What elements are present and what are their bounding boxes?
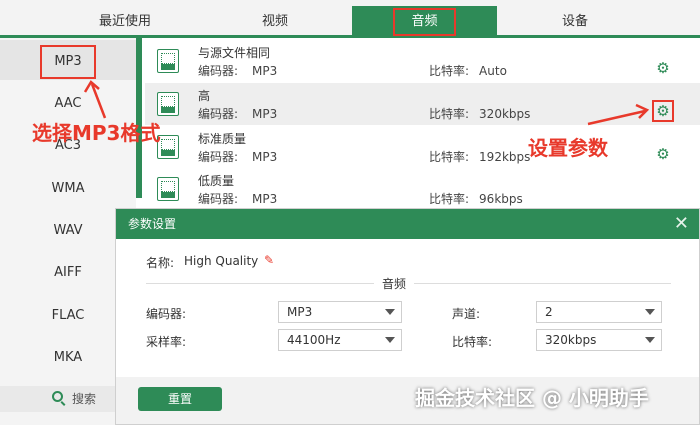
section-title-audio: 音频 <box>374 275 415 292</box>
annotation-select-format: 选择MP3格式 <box>32 121 161 145</box>
samplerate-label: 采样率: <box>146 335 187 349</box>
encoder-select[interactable]: MP3 <box>278 301 402 323</box>
annotation-set-params: 设置参数 <box>528 136 608 160</box>
chevron-down-icon <box>645 309 655 315</box>
edit-icon[interactable]: ✎ <box>264 254 276 266</box>
close-icon[interactable]: ✕ <box>674 212 689 236</box>
dialog-title-bar: 参数设置 ✕ <box>116 209 699 239</box>
chevron-down-icon <box>385 309 395 315</box>
bitrate-select-value: 320kbps <box>545 333 597 347</box>
encoder-label: 编码器: <box>146 307 187 321</box>
name-label: 名称: <box>146 256 175 270</box>
dialog-title: 参数设置 <box>128 217 177 231</box>
chevron-down-icon <box>385 337 395 343</box>
channel-label: 声道: <box>452 307 481 321</box>
profile-name: High Quality <box>184 254 259 268</box>
arrow-to-gear <box>587 109 646 126</box>
samplerate-select-value: 44100Hz <box>287 333 341 347</box>
reset-button[interactable]: 重置 <box>138 387 222 411</box>
samplerate-select[interactable]: 44100Hz <box>278 329 402 351</box>
encoder-select-value: MP3 <box>287 305 313 319</box>
bitrate-label: 比特率: <box>452 335 493 349</box>
chevron-down-icon <box>645 337 655 343</box>
bitrate-select[interactable]: 320kbps <box>536 329 662 351</box>
channel-select[interactable]: 2 <box>536 301 662 323</box>
channel-select-value: 2 <box>545 305 553 319</box>
watermark: 掘金技术社区 @ 小明助手 <box>415 386 649 410</box>
